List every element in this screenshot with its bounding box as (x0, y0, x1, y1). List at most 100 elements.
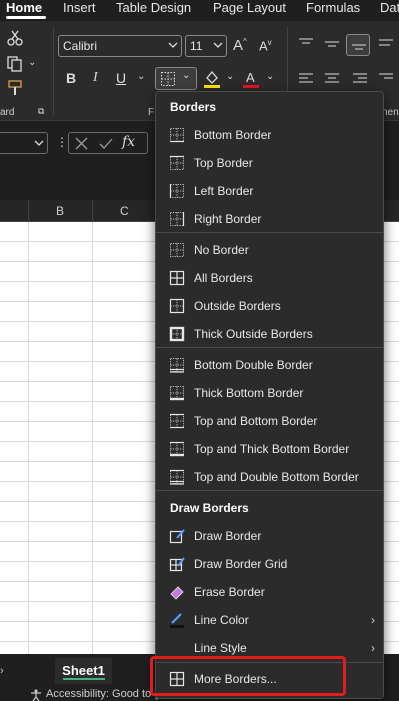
sheet-tab-sheet1[interactable]: Sheet1 (55, 658, 112, 684)
bold-icon[interactable]: B (66, 70, 76, 86)
right-border-icon (169, 211, 185, 227)
menu-item-label: Thick Outside Borders (194, 327, 313, 341)
accessibility-status[interactable]: Accessibility: Good to go (46, 688, 166, 700)
copy-icon[interactable] (6, 55, 24, 73)
left-border-icon (169, 183, 185, 199)
font-name-combo[interactable]: Calibri (58, 35, 182, 57)
menu-item-outside-borders[interactable]: Outside Borders (156, 292, 383, 320)
tab-formulas[interactable]: Formulas (306, 0, 360, 15)
menu-item-no-border[interactable]: No Border (156, 236, 383, 264)
menu-item-draw-border-grid[interactable]: Draw Border Grid (156, 550, 383, 578)
menu-item-top-border[interactable]: Top Border (156, 149, 383, 177)
tab-page-layout[interactable]: Page Layout (213, 0, 286, 15)
borders-dropdown-chevron-icon: ⌄ (182, 70, 191, 81)
align-bottom-icon (352, 44, 366, 50)
indent-icon[interactable] (378, 72, 394, 86)
borders-button[interactable]: ⌄ (155, 67, 197, 90)
underline-icon[interactable]: U (116, 70, 126, 86)
bottom-border-icon (169, 127, 185, 143)
thick-outside-borders-icon (169, 326, 185, 342)
menu-item-thick-bottom-border[interactable]: Thick Bottom Border (156, 379, 383, 407)
menu-item-top-and-bottom-border[interactable]: Top and Bottom Border (156, 407, 383, 435)
top-thick-bottom-border-icon (169, 441, 185, 457)
submenu-arrow-icon: › (371, 641, 375, 655)
align-bottom-button[interactable] (346, 34, 370, 56)
wrap-text-icon[interactable] (378, 37, 394, 51)
sheet-scroll-right-icon[interactable]: › (0, 665, 4, 677)
align-center-icon[interactable] (324, 72, 340, 86)
top-double-bottom-border-icon (169, 469, 185, 485)
menu-item-label: Draw Border (194, 529, 262, 543)
chevron-down-icon (168, 42, 178, 48)
enter-icon[interactable] (99, 137, 113, 150)
menu-item-erase-border[interactable]: Erase Border (156, 578, 383, 606)
align-right-icon[interactable] (352, 72, 368, 86)
clipboard-launcher-icon[interactable]: ⧉ (38, 106, 44, 117)
cancel-icon[interactable] (75, 137, 88, 150)
font-group-label: F (148, 107, 155, 118)
menu-item-label: Top and Thick Bottom Border (194, 442, 350, 456)
menu-item-left-border[interactable]: Left Border (156, 177, 383, 205)
menu-item-bottom-double-border[interactable]: Bottom Double Border (156, 351, 383, 379)
font-color-dropdown-chevron-icon[interactable]: ⌄ (266, 71, 274, 82)
menu-item-label: Top and Double Bottom Border (194, 470, 359, 484)
menu-item-label: Bottom Double Border (194, 358, 313, 372)
cut-icon[interactable] (6, 29, 24, 47)
accessibility-icon[interactable] (30, 689, 42, 701)
active-tab-indicator (6, 16, 46, 19)
menu-item-right-border[interactable]: Right Border (156, 205, 383, 233)
menu-item-label: Right Border (194, 212, 262, 226)
outside-borders-icon (169, 298, 185, 314)
underline-dropdown-chevron-icon[interactable]: ⌄ (137, 71, 145, 82)
menu-item-top-and-thick-bottom-border[interactable]: Top and Thick Bottom Border (156, 435, 383, 463)
tab-home[interactable]: Home (6, 0, 42, 15)
menu-item-label: Bottom Border (194, 128, 272, 142)
line-color-icon (169, 612, 185, 628)
grid-line (92, 222, 93, 654)
chevron-down-icon (213, 42, 223, 48)
decrease-font-size-icon[interactable]: Av (259, 38, 272, 53)
clipboard-group-label: ard (0, 107, 15, 118)
menu-item-draw-border[interactable]: Draw Border (156, 522, 383, 550)
menu-item-top-and-double-bottom-border[interactable]: Top and Double Bottom Border (156, 463, 383, 491)
draw-borders-section-header: Draw Borders (170, 501, 249, 515)
grid-line (28, 222, 29, 654)
align-left-icon[interactable] (298, 72, 314, 86)
menu-item-label: Thick Bottom Border (194, 386, 304, 400)
name-box[interactable] (0, 132, 48, 154)
svg-text:A: A (246, 70, 255, 85)
more-options-icon[interactable]: ⋮ (56, 135, 68, 149)
menu-item-label: Draw Border Grid (194, 557, 288, 571)
fill-color-dropdown-chevron-icon[interactable]: ⌄ (226, 71, 234, 82)
menu-item-thick-outside-borders[interactable]: Thick Outside Borders (156, 320, 383, 348)
borders-dropdown-menu: Borders Draw Borders Bottom Border Top Bo… (155, 91, 384, 699)
font-size-value: 11 (190, 39, 203, 53)
tab-data[interactable]: Dat (380, 0, 399, 15)
all-borders-icon (169, 270, 185, 286)
menu-item-line-color[interactable]: Line Color › (156, 606, 383, 634)
align-middle-icon[interactable] (324, 37, 340, 51)
increase-font-size-icon[interactable]: A^ (233, 37, 247, 54)
font-name-value: Calibri (63, 39, 98, 53)
format-painter-icon[interactable] (6, 79, 24, 97)
fill-color-icon[interactable] (203, 69, 221, 89)
draw-border-grid-icon (169, 556, 185, 572)
eraser-icon (169, 584, 185, 600)
insert-function-icon[interactable]: fx (122, 134, 135, 150)
line-style-icon (169, 640, 185, 656)
font-color-icon[interactable]: A (242, 69, 260, 89)
tab-insert[interactable]: Insert (63, 0, 96, 15)
menu-item-bottom-border[interactable]: Bottom Border (156, 121, 383, 149)
italic-icon[interactable]: I (93, 70, 98, 86)
tab-table-design[interactable]: Table Design (116, 0, 191, 15)
font-size-combo[interactable]: 11 (185, 35, 227, 57)
align-top-icon[interactable] (298, 37, 314, 51)
menu-item-all-borders[interactable]: All Borders (156, 264, 383, 292)
column-header-b[interactable]: B (56, 204, 64, 218)
menu-item-label: Erase Border (194, 585, 265, 599)
column-header-c[interactable]: C (120, 204, 129, 218)
copy-dropdown-chevron-icon[interactable]: ⌄ (28, 57, 36, 68)
column-divider (28, 200, 29, 222)
draw-border-icon (169, 528, 185, 544)
menu-item-label: No Border (194, 243, 249, 257)
